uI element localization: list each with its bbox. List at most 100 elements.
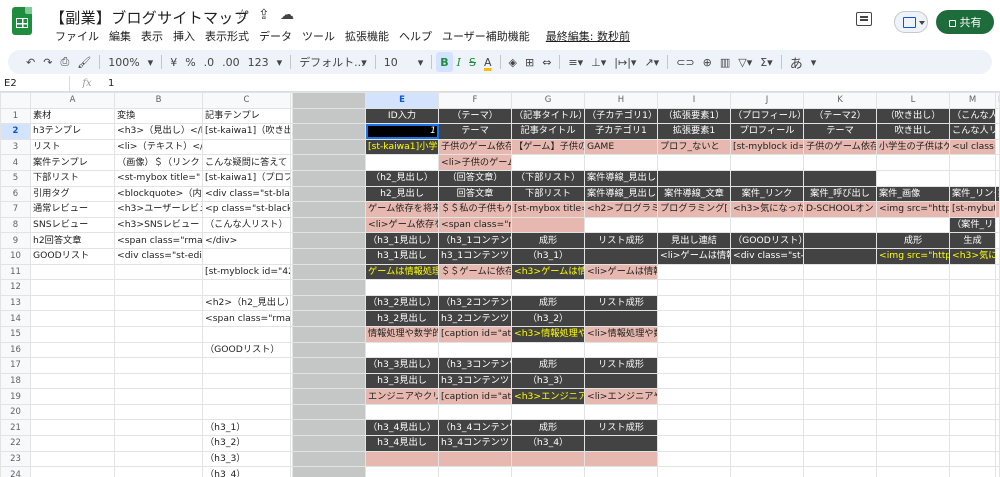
cell-M24[interactable] bbox=[949, 466, 996, 477]
document-title[interactable]: 【副業】ブログサイトマップ bbox=[50, 7, 249, 28]
cell-G4[interactable] bbox=[511, 154, 585, 171]
cell-L15[interactable] bbox=[876, 325, 950, 343]
cell-K15[interactable] bbox=[803, 325, 877, 343]
cell-E19[interactable]: エンジニアやクリ bbox=[365, 388, 439, 405]
cell-N14[interactable] bbox=[995, 310, 1000, 327]
cell-N3[interactable] bbox=[995, 138, 1000, 156]
cell-L21[interactable] bbox=[876, 419, 950, 437]
cell-K19[interactable] bbox=[803, 388, 877, 405]
cell-H8[interactable] bbox=[584, 216, 658, 234]
row-header[interactable]: 23 bbox=[0, 450, 31, 468]
row-header[interactable]: 11 bbox=[0, 263, 31, 281]
cell-N13[interactable] bbox=[995, 294, 1000, 312]
cell-J13[interactable] bbox=[730, 294, 804, 312]
cell-A15[interactable] bbox=[30, 325, 115, 343]
cell-E1[interactable]: ID入力 bbox=[365, 107, 439, 125]
cell-H1[interactable]: （子カテゴリ1） bbox=[584, 107, 658, 125]
cell-I21[interactable] bbox=[657, 419, 731, 437]
cell-G11[interactable]: <h3>ゲームは情報 bbox=[511, 263, 585, 281]
sheets-logo-icon[interactable] bbox=[12, 7, 32, 35]
cell-M5[interactable] bbox=[949, 169, 996, 187]
cell-I17[interactable] bbox=[657, 357, 731, 374]
row-header[interactable]: 7 bbox=[0, 201, 31, 218]
text-wrap-icon[interactable]: |↦|▾ bbox=[610, 52, 640, 72]
cell-A4[interactable]: 案件テンプレ bbox=[30, 154, 115, 171]
cell-M15[interactable] bbox=[949, 325, 996, 343]
cell-H14[interactable] bbox=[584, 310, 658, 327]
cell-M19[interactable] bbox=[949, 388, 996, 405]
cell-G12[interactable] bbox=[511, 279, 585, 296]
strikethrough-button[interactable]: S bbox=[465, 52, 480, 72]
cell-C20[interactable] bbox=[202, 403, 291, 421]
increase-decimal-button[interactable]: .00 bbox=[218, 52, 244, 72]
cell-M16[interactable] bbox=[949, 341, 996, 359]
cell-N8[interactable] bbox=[995, 216, 1000, 234]
cell-I18[interactable] bbox=[657, 372, 731, 390]
cell-H11[interactable]: <li>ゲームは情報 bbox=[584, 263, 658, 281]
cell-E10[interactable]: h3_1見出し bbox=[365, 247, 439, 265]
cell-H23[interactable] bbox=[584, 450, 658, 468]
menu-item-9[interactable]: ユーザー補助機能 bbox=[437, 28, 535, 44]
cell-G1[interactable]: （記事タイトル） bbox=[511, 107, 585, 125]
row-header[interactable]: 4 bbox=[0, 154, 31, 171]
row-header[interactable]: 10 bbox=[0, 247, 31, 265]
cell-B18[interactable] bbox=[114, 372, 203, 390]
column-header-C[interactable]: C bbox=[202, 92, 291, 109]
last-edit-link[interactable]: 最終編集: 数秒前 bbox=[541, 28, 635, 44]
cell-F7[interactable]: ＄＄私の子供もゲ bbox=[438, 201, 512, 218]
cell-L20[interactable] bbox=[876, 403, 950, 421]
cell-A14[interactable] bbox=[30, 310, 115, 327]
share-button[interactable]: 共有 bbox=[936, 10, 994, 34]
print-icon[interactable]: ⎙ bbox=[56, 52, 73, 72]
cell-E13[interactable]: （h3_2見出し） bbox=[365, 294, 439, 312]
cell-H19[interactable]: <li>エンジニアや bbox=[584, 388, 658, 405]
cell-N2[interactable] bbox=[995, 123, 1000, 140]
cell-M14[interactable] bbox=[949, 310, 996, 327]
link-icon[interactable]: ⊂⊃ bbox=[672, 52, 698, 72]
cell-E6[interactable]: h2_見出し bbox=[365, 185, 439, 203]
cell-G21[interactable]: 成形 bbox=[511, 419, 585, 437]
cell-H15[interactable]: <li>情報処理や数 bbox=[584, 325, 658, 343]
cell-C21[interactable]: （h3_1） bbox=[202, 419, 291, 437]
cell-A20[interactable] bbox=[30, 403, 115, 421]
cell-I16[interactable] bbox=[657, 341, 731, 359]
font-size-select[interactable]: 10 bbox=[380, 52, 414, 72]
cell-F18[interactable]: h3_3コンテンツ bbox=[438, 372, 512, 390]
cell-J1[interactable]: （プロフィール） bbox=[730, 107, 804, 125]
column-header-M[interactable]: M bbox=[949, 92, 996, 109]
cell-E5[interactable]: （h2_見出し） bbox=[365, 169, 439, 187]
cell-N21[interactable] bbox=[995, 419, 1000, 437]
cell-L4[interactable] bbox=[876, 154, 950, 171]
cell-B11[interactable] bbox=[114, 263, 203, 281]
cell-I15[interactable] bbox=[657, 325, 731, 343]
menu-item-6[interactable]: ツール bbox=[297, 28, 340, 44]
cell-K5[interactable] bbox=[803, 169, 877, 187]
chart-icon[interactable]: ▥ bbox=[716, 52, 734, 72]
borders-icon[interactable]: ⊞ bbox=[521, 52, 538, 72]
cell-M21[interactable] bbox=[949, 419, 996, 437]
cell-N6[interactable]: 案件_ボタ bbox=[995, 185, 1000, 203]
chevron-down-icon[interactable]: ▾ bbox=[807, 52, 821, 72]
cell-K16[interactable] bbox=[803, 341, 877, 359]
cell-H3[interactable]: GAME bbox=[584, 138, 658, 156]
cell-L23[interactable] bbox=[876, 450, 950, 468]
cell-C12[interactable] bbox=[202, 279, 291, 296]
cell-F11[interactable]: ＄＄ゲームに依存 bbox=[438, 263, 512, 281]
cell-B22[interactable] bbox=[114, 435, 203, 452]
cell-M9[interactable]: 生成 bbox=[949, 232, 996, 249]
bold-button[interactable]: B bbox=[436, 52, 453, 72]
cell-B21[interactable] bbox=[114, 419, 203, 437]
cell-M3[interactable]: <ul class="st-bla bbox=[949, 138, 996, 156]
row-header[interactable]: 19 bbox=[0, 388, 31, 405]
cell-E8[interactable]: <li>ゲーム依存を bbox=[365, 216, 439, 234]
comment-icon[interactable] bbox=[856, 12, 872, 26]
cell-C18[interactable] bbox=[202, 372, 291, 390]
cell-I23[interactable] bbox=[657, 450, 731, 468]
cell-G9[interactable]: 成形 bbox=[511, 232, 585, 249]
cell-G24[interactable] bbox=[511, 466, 585, 477]
column-header-A[interactable]: A bbox=[30, 92, 115, 109]
cell-F17[interactable]: （h3_3コンテンツ） bbox=[438, 357, 512, 374]
cell-H22[interactable] bbox=[584, 435, 658, 452]
cell-B23[interactable] bbox=[114, 450, 203, 468]
cell-M7[interactable]: [st-mybutton url= bbox=[949, 201, 996, 218]
